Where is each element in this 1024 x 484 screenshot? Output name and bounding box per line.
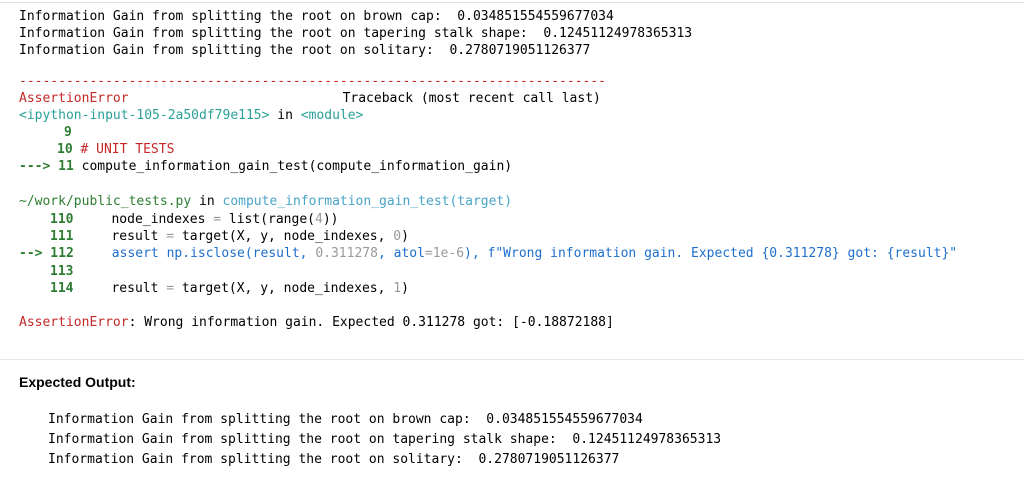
in-word: in	[269, 108, 301, 123]
code-text: target(X, y, node_indexes,	[174, 229, 394, 244]
code-text: list(range(	[221, 212, 315, 227]
expected-line: Information Gain from splitting the root…	[48, 432, 722, 447]
code-text: )	[401, 229, 409, 244]
keyword: assert	[111, 246, 159, 261]
number: 4	[314, 212, 323, 227]
line-number: 113	[50, 264, 74, 279]
code-text: , atol	[377, 246, 425, 261]
operator: =	[213, 212, 222, 227]
error-message: : Wrong information gain. Expected 0.311…	[128, 315, 614, 330]
code-text: )	[401, 281, 409, 296]
code-line-9: 9	[19, 124, 72, 141]
code-text: ),	[464, 246, 488, 261]
code-line-114: 114 result = target(X, y, node_indexes, 1…	[19, 280, 409, 297]
traceback-header: AssertionError Traceback (most recent cal…	[19, 90, 601, 107]
line-number: 110	[50, 212, 74, 227]
number: 1	[393, 281, 402, 296]
stdout-line: Information Gain from splitting the root…	[19, 43, 591, 58]
operator: =	[166, 229, 175, 244]
expected-line: Information Gain from splitting the root…	[48, 412, 643, 427]
stdout-line: Information Gain from splitting the root…	[19, 26, 693, 41]
code-line-11: ---> 11 compute_information_gain_test(co…	[19, 158, 512, 175]
cell-top-border	[0, 2, 1024, 3]
code-text: compute_information_gain_test(compute_in…	[81, 159, 513, 174]
traceback-header-right: Traceback (most recent call last)	[342, 91, 601, 106]
code-line-110: 110 node_indexes = list(range(4))	[19, 211, 338, 228]
line-number: 114	[50, 281, 74, 296]
line-number: 111	[50, 229, 74, 244]
code-text: ))	[322, 212, 339, 227]
number: 1e-6	[432, 246, 465, 261]
number: 0.311278	[315, 246, 378, 261]
code-text: result	[111, 281, 167, 296]
expected-output-label: Expected Output:	[19, 374, 136, 390]
current-line-arrow: ---> 11	[19, 159, 74, 174]
comment: # UNIT TESTS	[80, 142, 175, 157]
code-line-111: 111 result = target(X, y, node_indexes, 0…	[19, 228, 409, 245]
error-name: AssertionError	[19, 91, 129, 106]
final-error: AssertionError: Wrong information gain. …	[19, 314, 614, 331]
number: 0	[393, 229, 402, 244]
operator: =	[166, 281, 175, 296]
function-signature: compute_information_gain_test(target)	[222, 194, 513, 209]
line-number: 10	[57, 142, 73, 157]
input-location: <ipython-input-105-2a50df79e115>	[19, 108, 270, 123]
module-word: <module>	[300, 108, 364, 123]
current-line-arrow: --> 112	[19, 246, 74, 261]
code-text: result	[111, 229, 167, 244]
error-name: AssertionError	[19, 315, 129, 330]
code-text: node_indexes	[111, 212, 214, 227]
traceback-file: ~/work/public_tests.py in compute_inform…	[19, 193, 512, 210]
string-literal: f"Wrong information gain. Expected {0.31…	[487, 246, 958, 261]
line-number: 9	[64, 125, 72, 140]
expected-line: Information Gain from splitting the root…	[48, 452, 620, 467]
traceback-location: <ipython-input-105-2a50df79e115> in <mod…	[19, 107, 363, 124]
code-line-10: 10 # UNIT TESTS	[19, 141, 174, 158]
code-text: np.isclose(result,	[158, 246, 316, 261]
traceback-rule: ----------------------------------------…	[19, 74, 606, 89]
in-word: in	[191, 194, 223, 209]
stdout-line: Information Gain from splitting the root…	[19, 9, 614, 24]
operator: =	[424, 246, 433, 261]
file-path: ~/work/public_tests.py	[19, 194, 192, 209]
code-line-112: --> 112 assert np.isclose(result, 0.31127…	[19, 245, 957, 262]
code-line-113: 113	[19, 263, 73, 280]
section-divider	[0, 359, 1024, 360]
code-text: target(X, y, node_indexes,	[174, 281, 394, 296]
